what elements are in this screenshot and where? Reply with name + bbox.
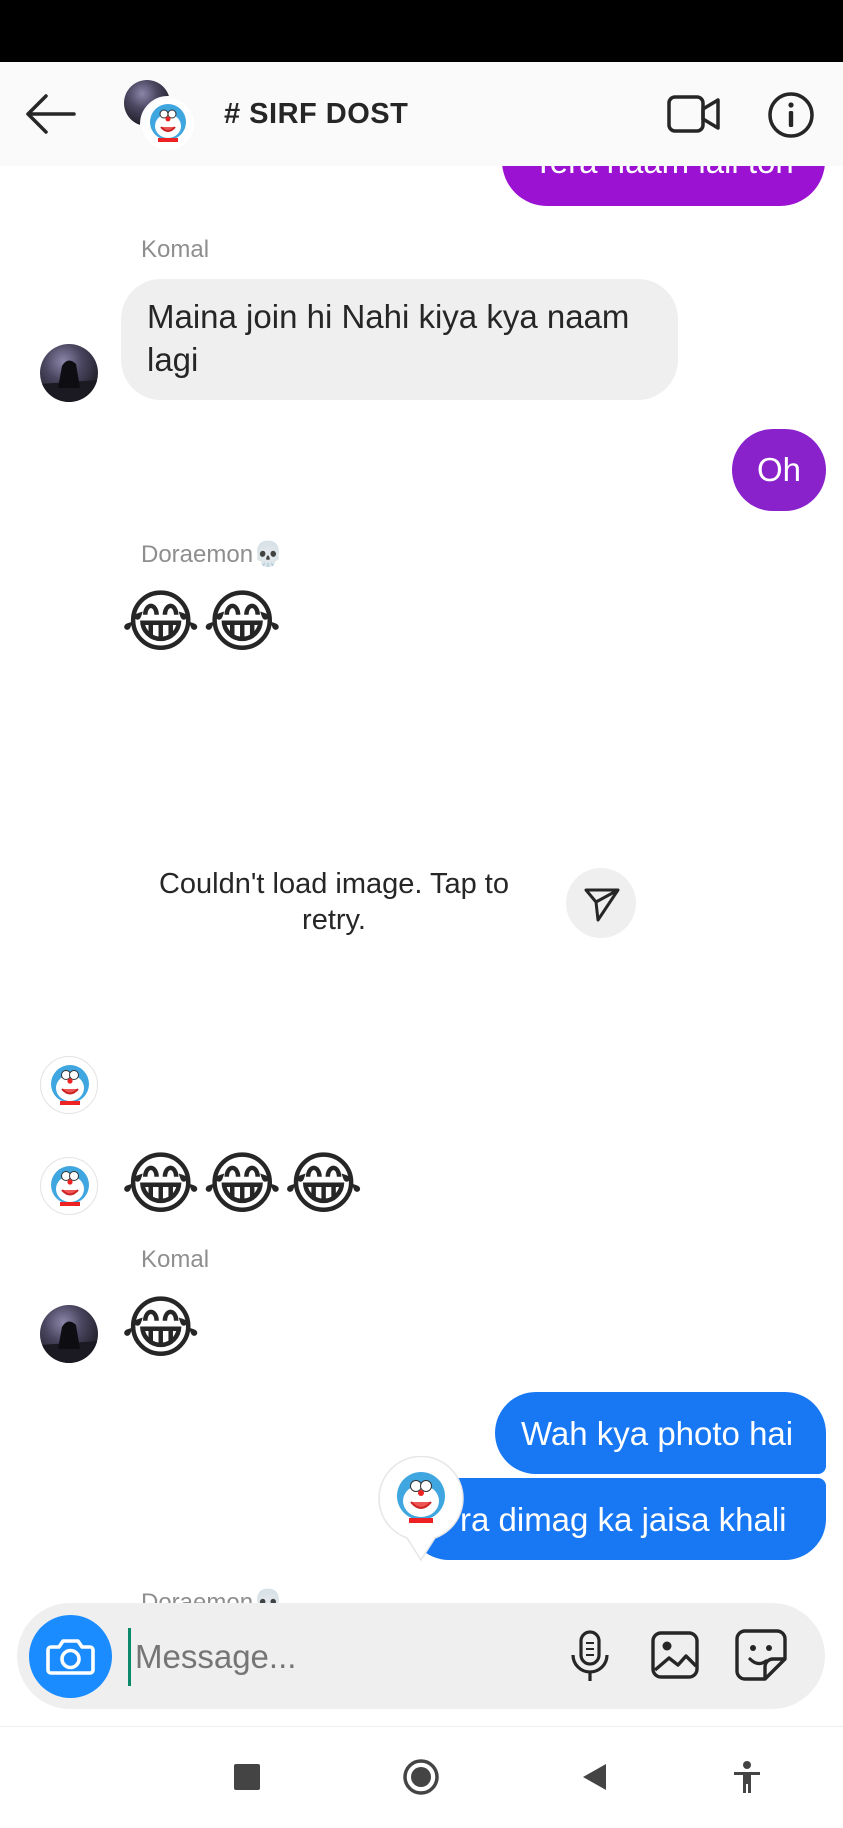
message-input[interactable] [128, 1628, 557, 1686]
chat-title[interactable]: # SIRF DOST [224, 98, 408, 131]
share-button[interactable] [566, 868, 636, 938]
voice-message-button[interactable] [568, 1629, 612, 1685]
sender-avatar[interactable] [40, 1305, 98, 1363]
message-outgoing[interactable]: ra dimag ka jaisa khali [408, 1478, 826, 1560]
message-list[interactable]: Tera naam lali toh Komal Maina join hi N… [0, 166, 843, 1603]
message-outgoing[interactable]: Wah kya photo hai [495, 1392, 826, 1474]
status-bar [0, 0, 843, 62]
sender-name: Doraemon💀 [141, 541, 283, 568]
back-nav-button[interactable] [580, 1762, 608, 1792]
sender-name: Komal [141, 1246, 210, 1273]
avatar-doraemon [140, 96, 196, 152]
emoji-text: 😂😂😂 [121, 1145, 366, 1224]
profile-photo-icon [40, 360, 98, 402]
message-outgoing[interactable]: Oh [732, 429, 826, 511]
location-pin-icon [378, 1455, 464, 1562]
doraemon-icon [51, 1166, 89, 1206]
message-text: Tera naam lali toh [533, 166, 793, 180]
gallery-button[interactable] [650, 1630, 700, 1680]
sender-name: Komal [141, 236, 210, 263]
info-icon [768, 92, 814, 138]
message-incoming[interactable]: Maina join hi Nahi kiya kya naam lagi [121, 279, 678, 400]
accessibility-icon [734, 1761, 760, 1793]
doraemon-icon [51, 1065, 89, 1105]
sender-name: Doraemon💀 [141, 1589, 283, 1603]
sticker-button[interactable] [734, 1628, 788, 1682]
back-button[interactable] [22, 89, 80, 139]
triangle-back-icon [583, 1764, 606, 1790]
emoji-message[interactable]: 😂😂 [121, 584, 284, 661]
message-text: Maina join hi Nahi kiya kya naam lagi [147, 298, 630, 378]
profile-photo-icon [40, 1321, 98, 1363]
arrow-left-icon [26, 94, 76, 134]
camera-icon [29, 1615, 112, 1698]
image-icon [651, 1631, 699, 1679]
home-icon [403, 1759, 439, 1795]
info-button[interactable] [766, 90, 816, 140]
doraemon-icon [150, 104, 186, 142]
sender-avatar[interactable] [40, 1157, 98, 1215]
message-text: Wah kya photo hai [521, 1415, 794, 1452]
message-text: ra dimag ka jaisa khali [460, 1501, 787, 1538]
emoji-text: 😂 [121, 1289, 203, 1368]
sticker-icon [735, 1629, 787, 1681]
emoji-message[interactable]: 😂😂😂 [121, 1146, 365, 1223]
image-load-error[interactable]: Couldn't load image. Tap to retry. [141, 866, 527, 938]
sender-avatar[interactable] [40, 1056, 98, 1114]
recents-button[interactable] [234, 1764, 260, 1790]
home-button[interactable] [402, 1758, 440, 1796]
image-error-text: Couldn't load image. Tap to retry. [158, 868, 509, 936]
accessibility-button[interactable] [732, 1760, 762, 1794]
emoji-text: 😂😂 [121, 583, 284, 662]
seen-by-avatar [377, 1455, 465, 1564]
video-camera-icon [667, 95, 720, 133]
group-avatar[interactable] [124, 80, 196, 152]
camera-button[interactable] [29, 1615, 112, 1698]
message-text: Oh [756, 451, 802, 488]
sender-avatar[interactable] [40, 344, 98, 402]
message-outgoing[interactable]: Tera naam lali toh [502, 166, 825, 206]
emoji-message[interactable]: 😂 [121, 1290, 202, 1367]
send-icon [584, 888, 620, 922]
microphone-icon [571, 1630, 609, 1681]
video-call-button[interactable] [666, 89, 722, 139]
